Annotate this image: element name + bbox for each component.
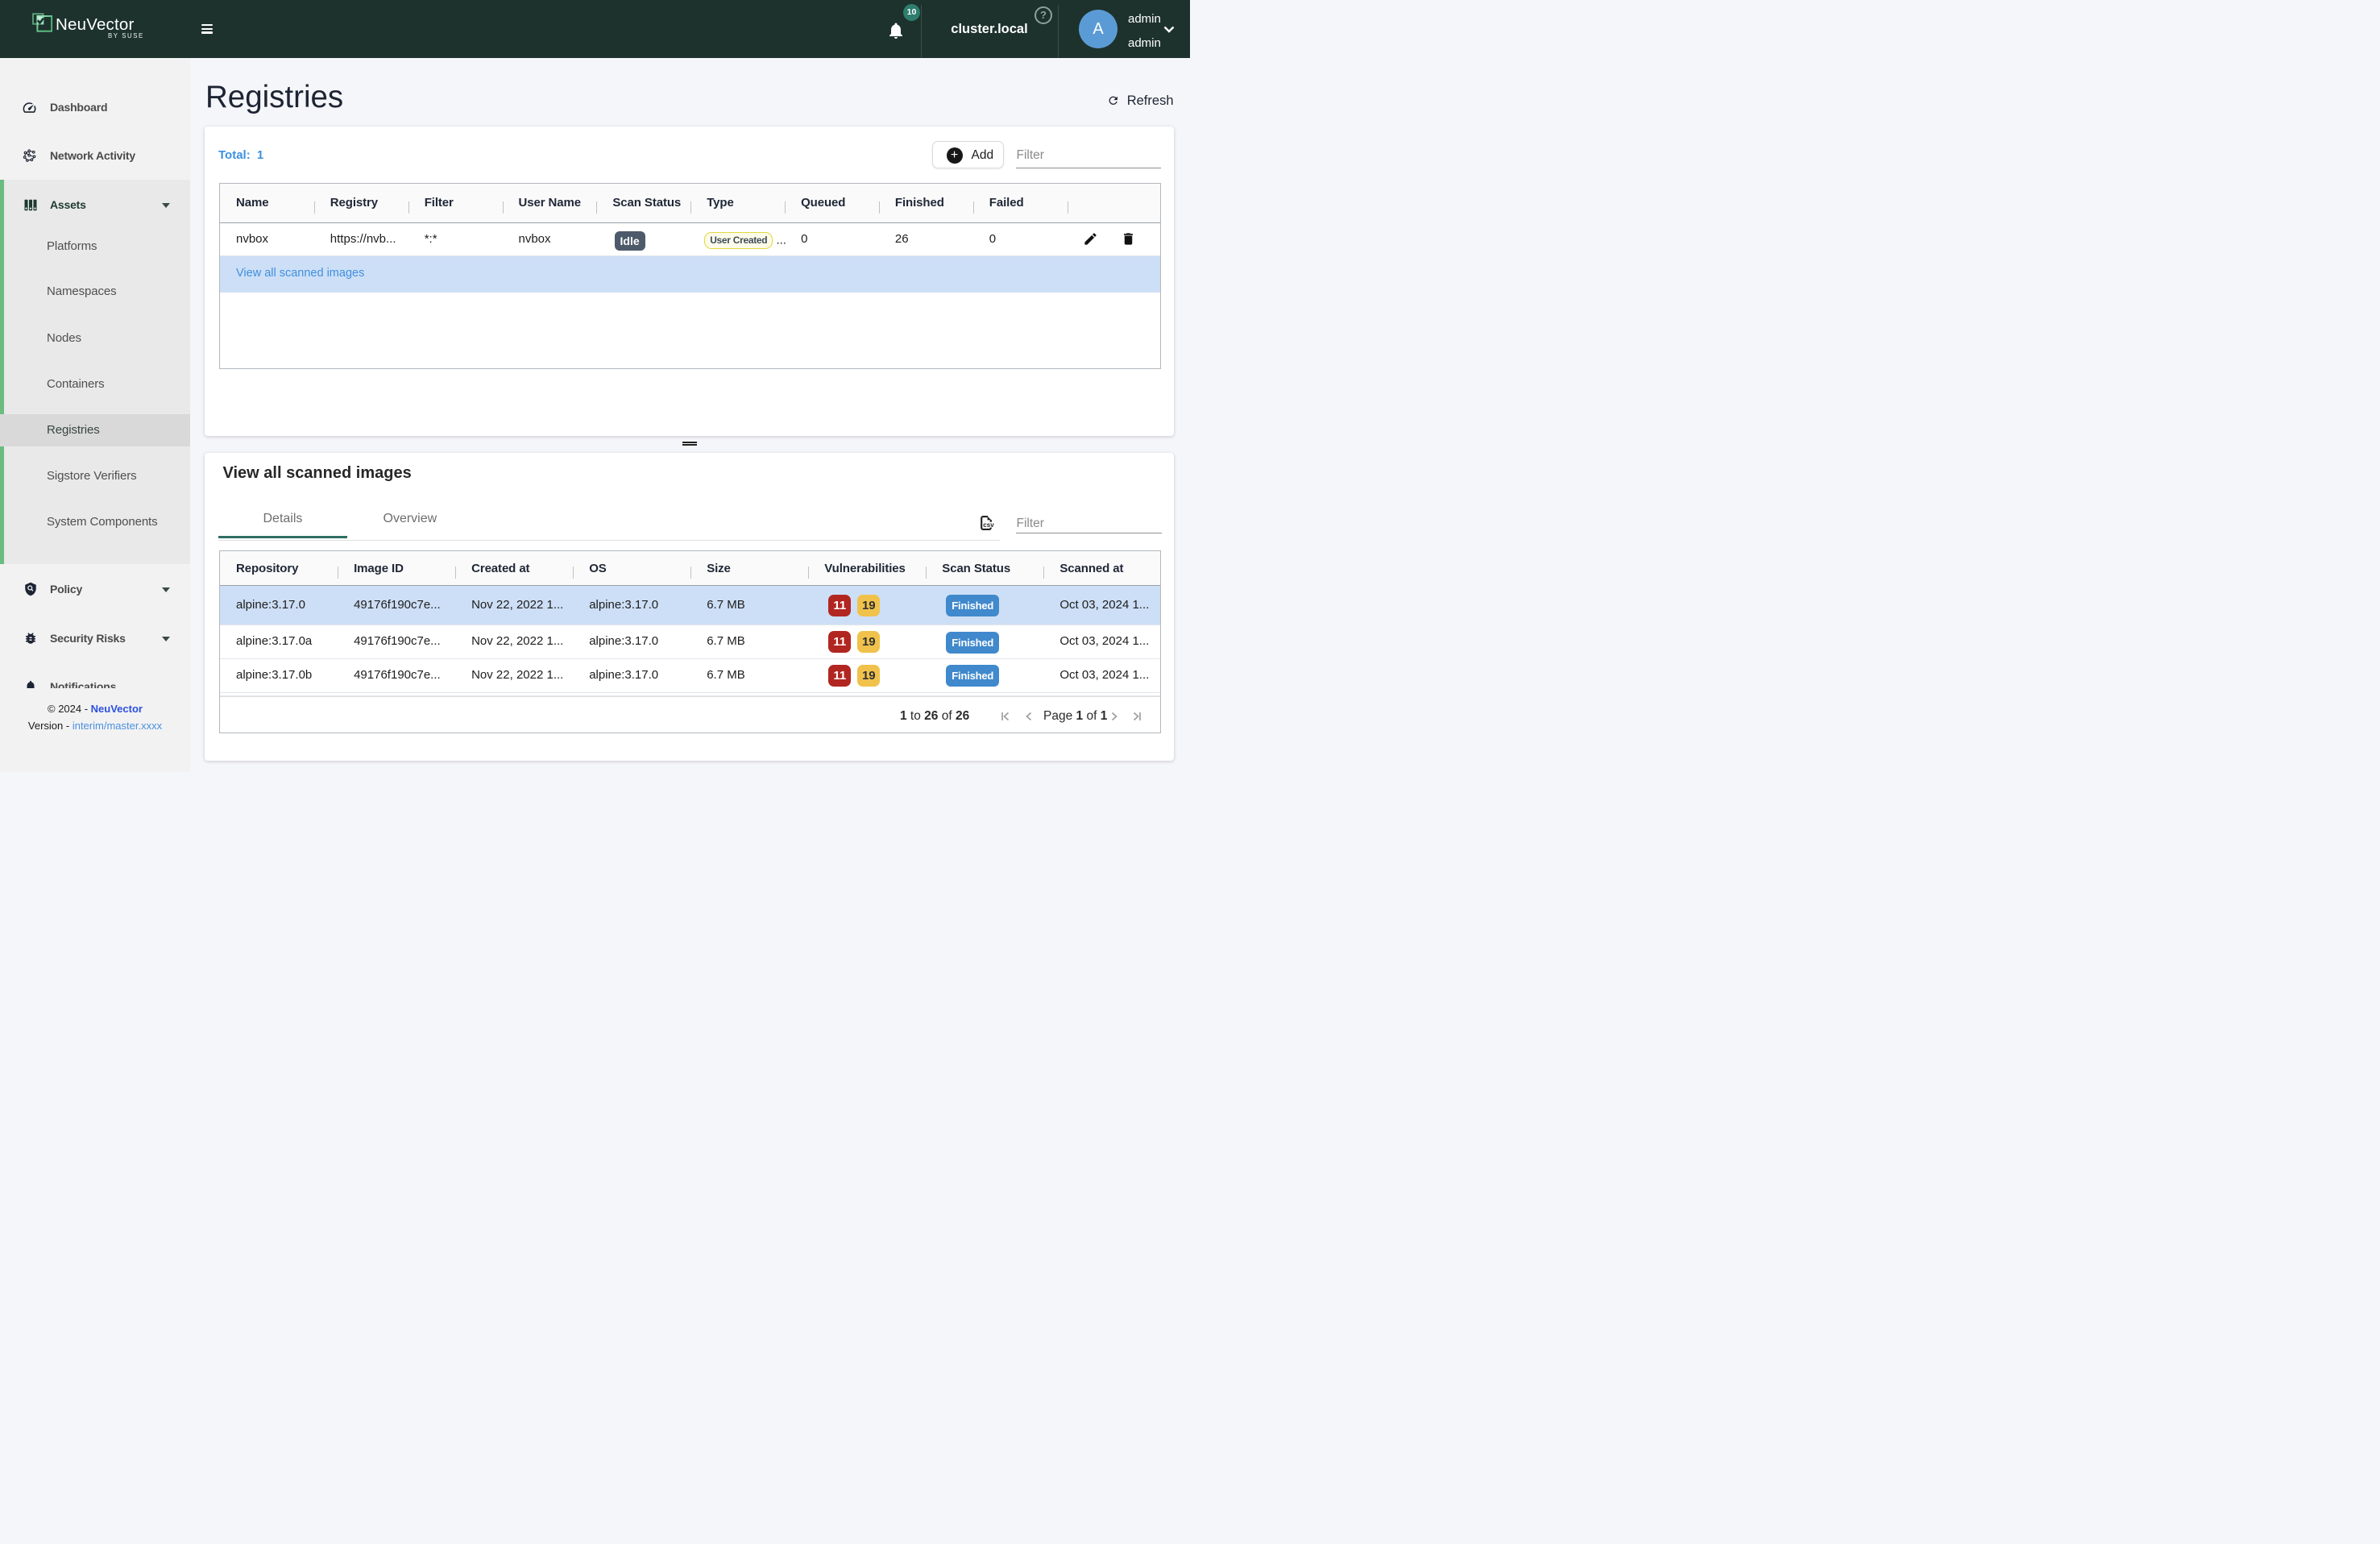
svg-text:csv: csv	[983, 521, 994, 529]
